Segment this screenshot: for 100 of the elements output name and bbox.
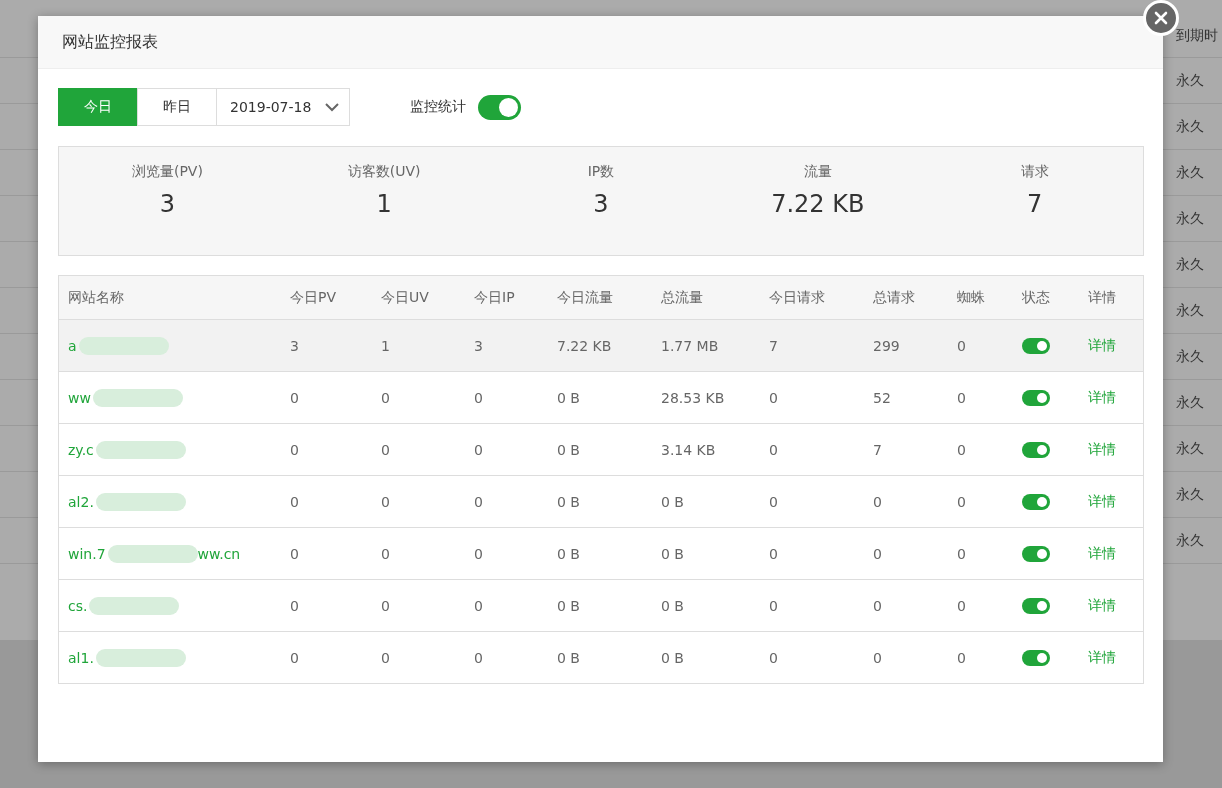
- table-cell: 3.14 KB: [661, 441, 716, 458]
- stat-value: 3: [593, 190, 609, 218]
- stat-label: 请求: [1020, 163, 1049, 181]
- status-toggle[interactable]: [1022, 493, 1050, 510]
- day-tab[interactable]: 今日: [58, 88, 138, 126]
- table-cell: 0: [873, 597, 882, 614]
- table-cell: 0 B: [557, 493, 580, 510]
- table-cell: 0: [957, 337, 966, 354]
- table-cell: 0 B: [661, 597, 684, 614]
- detail-link[interactable]: 详情: [1088, 388, 1116, 405]
- table-cell: 永久: [1176, 347, 1204, 366]
- table-cell: 0: [873, 493, 882, 510]
- table-cell: 0: [381, 649, 390, 666]
- site-link[interactable]: win.7: [68, 545, 106, 562]
- table-cell: 0: [474, 389, 483, 406]
- table-cell: 0 B: [557, 649, 580, 666]
- table-cell: 0: [290, 493, 299, 510]
- table-cell: 0: [474, 545, 483, 562]
- table-cell: 0: [474, 441, 483, 458]
- column-header: 今日UV: [381, 288, 429, 305]
- table-cell: 1: [381, 337, 390, 354]
- table-cell: 0: [957, 493, 966, 510]
- table-cell: 7: [769, 337, 778, 354]
- status-toggle[interactable]: [1022, 649, 1050, 666]
- status-toggle[interactable]: [1022, 545, 1050, 562]
- table-cell: 0: [381, 545, 390, 562]
- table-cell: 0: [474, 649, 483, 666]
- table-cell: 0: [769, 545, 778, 562]
- site-link[interactable]: cs.: [68, 597, 88, 614]
- status-toggle[interactable]: [1022, 597, 1050, 614]
- column-header: 状态: [1022, 288, 1050, 305]
- table-cell: 0: [769, 493, 778, 510]
- table-cell: 0: [957, 441, 966, 458]
- day-tab[interactable]: 昨日: [137, 88, 217, 126]
- column-header: 今日IP: [474, 288, 515, 305]
- table-cell: 0: [381, 389, 390, 406]
- stat-label: 流量: [803, 163, 832, 181]
- table-cell: 永久: [1176, 71, 1204, 90]
- column-header: 总请求: [873, 288, 915, 305]
- table-row[interactable]: al2. 0 0 0 0 B 0 B 0 0 0 详情: [58, 475, 1144, 528]
- detail-link[interactable]: 详情: [1088, 596, 1116, 613]
- caret-icon: [325, 102, 339, 112]
- table-cell: 0: [873, 545, 882, 562]
- table-cell: 299: [873, 337, 900, 354]
- table-cell: 0 B: [661, 493, 684, 510]
- table-cell: 0: [769, 441, 778, 458]
- detail-link[interactable]: 详情: [1088, 544, 1116, 561]
- column-header: 总流量: [661, 288, 703, 305]
- status-toggle[interactable]: [1022, 389, 1050, 406]
- table-row[interactable]: al1. 0 0 0 0 B 0 B 0 0 0 详情: [58, 631, 1144, 684]
- table-row[interactable]: zy.c 0 0 0 0 B 3.14 KB 0 7 0 详情: [58, 423, 1144, 476]
- table-cell: 永久: [1176, 117, 1204, 136]
- table-cell: 永久: [1176, 301, 1204, 320]
- table-cell: 0 B: [557, 441, 580, 458]
- column-header: 今日PV: [290, 288, 337, 305]
- table-cell: 永久: [1176, 393, 1204, 412]
- detail-link[interactable]: 详情: [1088, 336, 1116, 353]
- status-toggle[interactable]: [1022, 337, 1050, 354]
- table-row[interactable]: win.7 ww.cn 0 0 0 0 B 0 B 0 0 0 详情: [58, 527, 1144, 580]
- detail-link[interactable]: 详情: [1088, 440, 1116, 457]
- table-cell: 0: [290, 545, 299, 562]
- site-link[interactable]: a: [68, 337, 77, 354]
- table-cell: 0 B: [557, 597, 580, 614]
- table-cell: 永久: [1176, 485, 1204, 504]
- table-cell: 0: [957, 649, 966, 666]
- stat-value: 1: [376, 190, 392, 218]
- table-cell: 0: [381, 493, 390, 510]
- table-cell: 0: [957, 545, 966, 562]
- column-header: 今日请求: [769, 288, 825, 305]
- toggle-switch[interactable]: [478, 94, 521, 120]
- detail-link[interactable]: 详情: [1088, 648, 1116, 665]
- site-link[interactable]: al2.: [68, 493, 94, 510]
- table-cell: 0: [381, 597, 390, 614]
- table-cell: 0: [381, 441, 390, 458]
- date-select[interactable]: 2019-07-18: [216, 88, 350, 126]
- table-cell: 0: [290, 597, 299, 614]
- site-link[interactable]: ww.cn: [197, 545, 241, 562]
- close-icon: [1154, 11, 1168, 25]
- site-link[interactable]: al1.: [68, 649, 94, 666]
- table-row[interactable]: cs. 0 0 0 0 B 0 B 0 0 0 详情: [58, 579, 1144, 632]
- table-row[interactable]: ww 0 0 0 0 B 28.53 KB 0 52 0 详情: [58, 371, 1144, 424]
- detail-link[interactable]: 详情: [1088, 492, 1116, 509]
- site-link[interactable]: ww: [68, 389, 91, 406]
- table-cell: 28.53 KB: [661, 389, 725, 406]
- status-toggle[interactable]: [1022, 441, 1050, 458]
- stat-value: 7.22 KB: [771, 190, 865, 218]
- stat-value: 3: [159, 190, 176, 218]
- table-cell: 0: [474, 597, 483, 614]
- table-cell: 0: [769, 389, 778, 406]
- table-cell: 永久: [1176, 163, 1204, 182]
- table-cell: 0: [873, 649, 882, 666]
- stat-label: 访客数(UV): [347, 163, 421, 181]
- table-cell: 0: [957, 597, 966, 614]
- site-link[interactable]: zy.c: [68, 441, 94, 458]
- table-row[interactable]: a 3 1 3 7.22 KB 1.77 MB 7 299 0 详情: [58, 319, 1144, 372]
- table-cell: 3: [290, 337, 299, 354]
- table-cell: 7.22 KB: [557, 337, 612, 354]
- toggle-label: 监控统计: [410, 98, 466, 116]
- table-cell: 永久: [1176, 531, 1204, 550]
- table-cell: 52: [873, 389, 891, 406]
